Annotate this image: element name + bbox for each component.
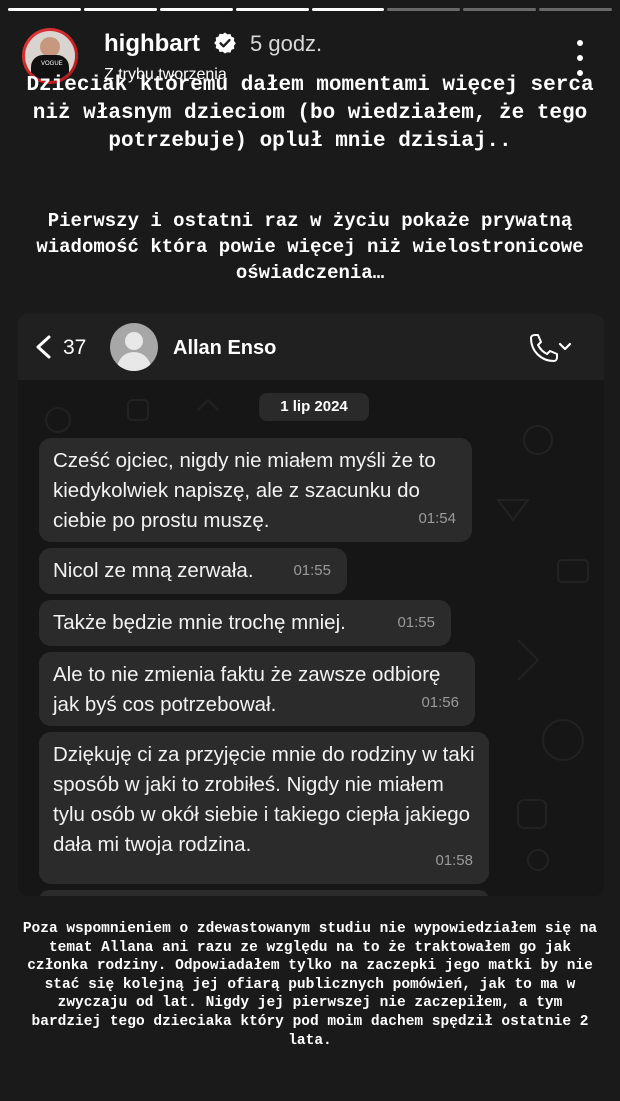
message-text: Także będzie mnie trochę mniej.: [53, 611, 346, 634]
message-time: 01:56: [421, 694, 459, 711]
message-bubble: Nicol ze mną zerwała. 01:55: [39, 548, 347, 594]
unread-count[interactable]: 37: [63, 336, 86, 360]
story-subtitle: Z trybu tworzenia: [104, 66, 227, 83]
message-bubble: Cześć ojciec, nigdy nie miałem myśli że …: [39, 438, 472, 542]
progress-segment: [539, 8, 612, 11]
story-text-bottom: Poza wspomnieniem o zdewastowanym studiu…: [22, 921, 598, 1049]
username[interactable]: highbart: [104, 30, 200, 58]
message-text: Dziękuję ci za przyjęcie mnie do rodziny…: [53, 743, 475, 856]
message-time: 01:58: [435, 852, 473, 869]
progress-segment: [387, 8, 461, 11]
more-vertical-icon[interactable]: [570, 40, 590, 76]
chevron-down-icon: [558, 342, 572, 351]
message-time: 01:55: [293, 562, 331, 579]
progress-segment: [311, 8, 385, 11]
story-text-mid: Pierwszy i ostatni raz w życiu pokaże pr…: [36, 210, 584, 284]
chevron-left-icon[interactable]: [32, 334, 56, 360]
chat-header: 37 Allan Enso: [18, 314, 604, 380]
message-bubble-partial: [39, 890, 489, 896]
phone-icon[interactable]: [526, 332, 574, 362]
message-bubble: Także będzie mnie trochę mniej. 01:55: [39, 600, 451, 646]
contact-name[interactable]: Allan Enso: [173, 337, 276, 360]
contact-avatar[interactable]: [110, 323, 158, 371]
message-bubble: Ale to nie zmienia faktu że zawsze odbio…: [39, 652, 475, 726]
story-text-top: Dzieciak któremu dałem momentami więcej …: [26, 74, 594, 153]
progress-segment: [83, 8, 157, 11]
story-progress-bars: [8, 8, 612, 11]
post-time: 5 godz.: [250, 31, 323, 56]
verified-badge-icon: [214, 32, 236, 54]
message-text: Nicol ze mną zerwała.: [53, 559, 254, 582]
date-separator: 1 lip 2024: [259, 393, 369, 421]
message-text: Ale to nie zmienia faktu że zawsze odbio…: [53, 663, 441, 716]
message-bubble: Dziękuję ci za przyjęcie mnie do rodziny…: [39, 732, 489, 884]
progress-segment: [235, 8, 309, 11]
progress-segment: [159, 8, 233, 11]
progress-segment: [8, 8, 81, 11]
progress-segment: [463, 8, 537, 11]
message-time: 01:54: [418, 510, 456, 527]
message-text: Cześć ojciec, nigdy nie miałem myśli że …: [53, 449, 436, 532]
message-time: 01:55: [397, 614, 435, 631]
chat-screenshot: 37 Allan Enso 1 lip 2024 Cześć ojciec, n…: [18, 314, 604, 896]
